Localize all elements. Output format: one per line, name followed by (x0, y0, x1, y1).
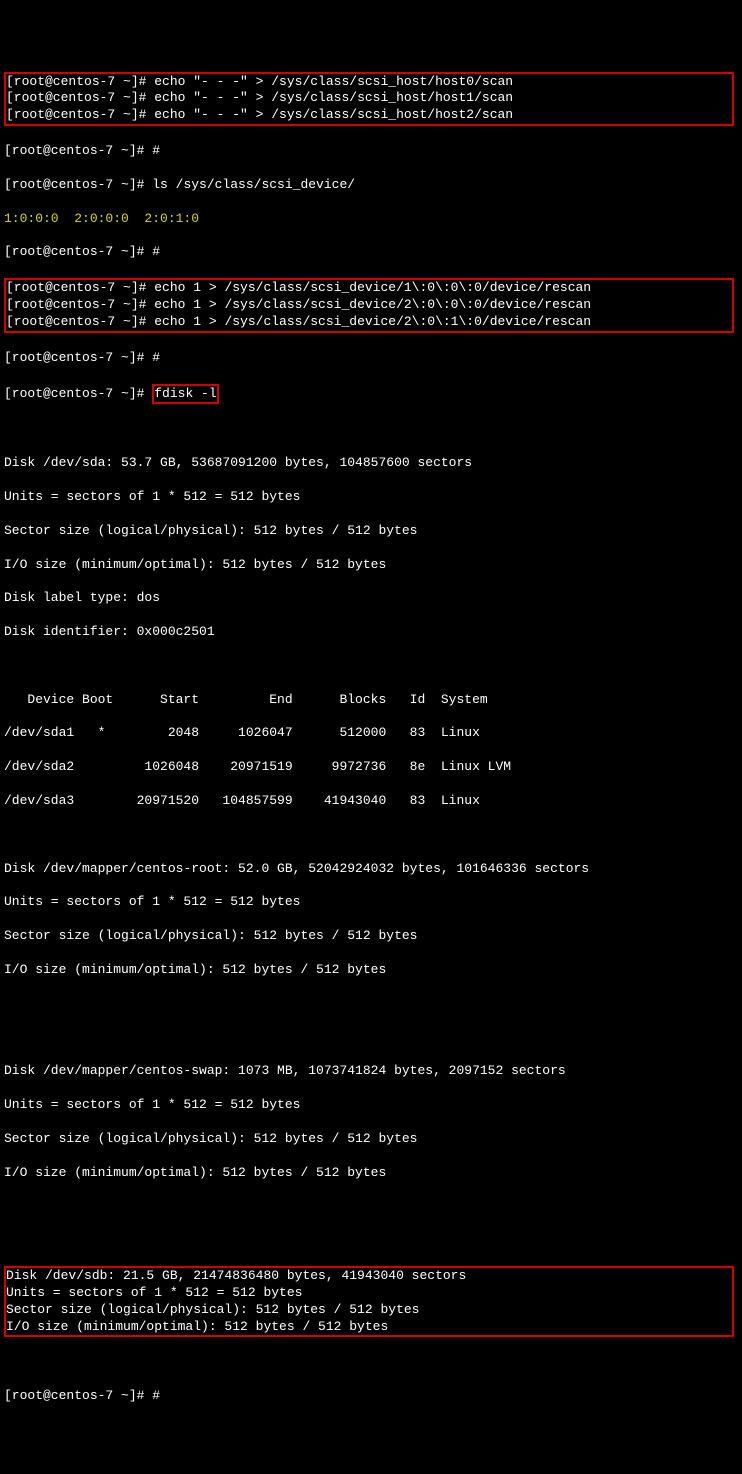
fdisk-units: Units = sectors of 1 * 512 = 512 bytes (4, 1097, 300, 1112)
prompt: [root@centos-7 ~]# (4, 244, 152, 259)
cmd-echo-scan2[interactable]: echo "- - -" > /sys/class/scsi_host/host… (154, 107, 513, 122)
cmd-rescan2[interactable]: echo 1 > /sys/class/scsi_device/2\:0\:0\… (154, 297, 591, 312)
prompt-hash[interactable]: # (152, 244, 160, 259)
cmd-rescan3[interactable]: echo 1 > /sys/class/scsi_device/2\:0\:1\… (154, 314, 591, 329)
fdisk-io: I/O size (minimum/optimal): 512 bytes / … (4, 1165, 386, 1180)
fdisk-label-type: Disk label type: dos (4, 590, 160, 605)
fdisk-sdb-header: Disk /dev/sdb: 21.5 GB, 21474836480 byte… (6, 1268, 466, 1283)
prompt: [root@centos-7 ~]# (6, 314, 154, 329)
partition-sda2: /dev/sda2 1026048 20971519 9972736 8e Li… (4, 759, 511, 774)
partition-table-header: Device Boot Start End Blocks Id System (4, 692, 488, 707)
fdisk-sector: Sector size (logical/physical): 512 byte… (4, 928, 417, 943)
fdisk-units: Units = sectors of 1 * 512 = 512 bytes (6, 1285, 302, 1300)
prompt: [root@centos-7 ~]# (4, 350, 152, 365)
prompt: [root@centos-7 ~]# (6, 297, 154, 312)
prompt: [root@centos-7 ~]# (4, 143, 152, 158)
partition-sda3: /dev/sda3 20971520 104857599 41943040 83… (4, 793, 480, 808)
prompt-hash[interactable]: # (152, 350, 160, 365)
fdisk-sda-header: Disk /dev/sda: 53.7 GB, 53687091200 byte… (4, 455, 472, 470)
fdisk-identifier: Disk identifier: 0x000c2501 (4, 624, 215, 639)
ls-output: 1:0:0:0 2:0:0:0 2:0:1:0 (4, 211, 199, 226)
prompt: [root@centos-7 ~]# (4, 1388, 152, 1403)
partition-sda1: /dev/sda1 * 2048 1026047 512000 83 Linux (4, 725, 480, 740)
fdisk-io: I/O size (minimum/optimal): 512 bytes / … (4, 962, 386, 977)
fdisk-swap-header: Disk /dev/mapper/centos-swap: 1073 MB, 1… (4, 1063, 566, 1078)
fdisk-io: I/O size (minimum/optimal): 512 bytes / … (6, 1319, 388, 1334)
fdisk-root-header: Disk /dev/mapper/centos-root: 52.0 GB, 5… (4, 861, 589, 876)
prompt: [root@centos-7 ~]# (4, 177, 152, 192)
cmd-ls-scsi[interactable]: ls /sys/class/scsi_device/ (152, 177, 355, 192)
fdisk-units: Units = sectors of 1 * 512 = 512 bytes (4, 489, 300, 504)
fdisk-sector: Sector size (logical/physical): 512 byte… (6, 1302, 419, 1317)
prompt: [root@centos-7 ~]# (4, 386, 152, 401)
prompt: [root@centos-7 ~]# (6, 107, 154, 122)
prompt-hash[interactable]: # (152, 143, 160, 158)
fdisk-io: I/O size (minimum/optimal): 512 bytes / … (4, 557, 386, 572)
prompt: [root@centos-7 ~]# (6, 74, 154, 89)
fdisk-sector: Sector size (logical/physical): 512 byte… (4, 523, 417, 538)
prompt-hash[interactable]: # (152, 1388, 160, 1403)
cmd-echo-scan0[interactable]: echo "- - -" > /sys/class/scsi_host/host… (154, 74, 513, 89)
cmd-rescan1[interactable]: echo 1 > /sys/class/scsi_device/1\:0\:0\… (154, 280, 591, 295)
cmd-echo-scan1[interactable]: echo "- - -" > /sys/class/scsi_host/host… (154, 90, 513, 105)
fdisk-sector: Sector size (logical/physical): 512 byte… (4, 1131, 417, 1146)
prompt: [root@centos-7 ~]# (6, 280, 154, 295)
cmd-fdisk[interactable]: fdisk -l (154, 386, 216, 401)
fdisk-units: Units = sectors of 1 * 512 = 512 bytes (4, 894, 300, 909)
prompt: [root@centos-7 ~]# (6, 90, 154, 105)
